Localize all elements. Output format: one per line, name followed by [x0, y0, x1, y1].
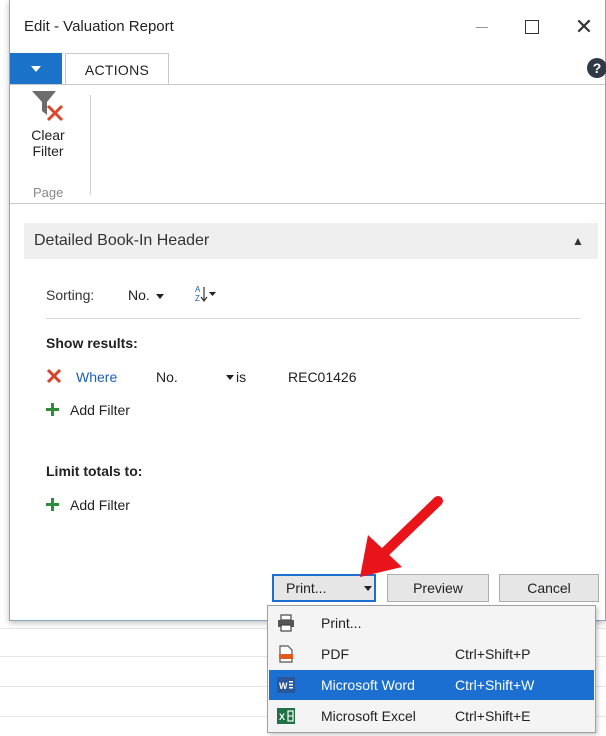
clear-filter-label-line1: Clear [31, 127, 65, 143]
app-menu-tab[interactable] [10, 53, 62, 84]
add-filter-label: Add Filter [70, 497, 130, 513]
section-title: Detailed Book-In Header [34, 232, 210, 249]
menu-item-pdf[interactable]: PDF Ctrl+Shift+P [269, 639, 594, 669]
svg-text:A: A [195, 285, 201, 294]
dropdown-arrow-icon [31, 65, 41, 72]
clear-filter-icon [32, 91, 64, 122]
sort-order-button[interactable]: A Z [194, 284, 218, 304]
menu-item-label: Microsoft Excel [321, 708, 416, 724]
menu-item-shortcut: Ctrl+Shift+P [455, 646, 531, 662]
window-title: Edit - Valuation Report [24, 18, 174, 35]
menu-item-shortcut: Ctrl+Shift+W [455, 677, 535, 693]
filter-operator[interactable]: is [236, 369, 246, 385]
chevron-down-icon [155, 293, 164, 299]
clear-filter-button[interactable]: Clear Filter [20, 89, 76, 183]
minimize-icon [476, 26, 488, 28]
word-icon: W [277, 677, 295, 693]
where-link[interactable]: Where [76, 369, 117, 385]
sorting-field-value: No. [128, 287, 150, 303]
sorting-label: Sorting: [46, 287, 95, 303]
menu-item-label: PDF [321, 646, 349, 662]
ribbon-group-label: Page [33, 185, 64, 200]
printer-icon [278, 614, 294, 632]
maximize-icon [525, 20, 539, 34]
remove-filter-icon[interactable] [46, 368, 62, 384]
menu-item-label: Microsoft Word [321, 677, 415, 693]
menu-item-shortcut: Ctrl+Shift+E [455, 708, 531, 724]
plus-icon [46, 403, 59, 416]
chevron-down-icon [364, 586, 372, 591]
maximize-button[interactable] [510, 10, 554, 44]
close-button[interactable]: ✕ [562, 10, 606, 44]
ribbon-group-divider [90, 95, 91, 195]
menu-item-label: Print... [321, 615, 362, 631]
chevron-up-icon: ▲ [572, 234, 584, 248]
sorting-field-dropdown[interactable]: No. [128, 287, 164, 303]
section-header[interactable]: Detailed Book-In Header ▲ [24, 223, 598, 259]
minimize-button[interactable] [460, 10, 504, 44]
help-icon[interactable]: ? [587, 58, 606, 78]
menu-item-microsoft-excel[interactable]: X Microsoft Excel Ctrl+Shift+E [269, 701, 594, 731]
ribbon-panel: Clear Filter Page [10, 84, 605, 204]
annotation-arrow-icon [360, 496, 443, 577]
clear-filter-label-line2: Filter [32, 143, 64, 159]
svg-text:Z: Z [195, 294, 200, 303]
title-bar: Edit - Valuation Report ✕ [10, 0, 605, 50]
menu-item-print[interactable]: Print... [269, 608, 594, 638]
chevron-down-icon[interactable] [226, 375, 234, 380]
divider [46, 318, 580, 319]
close-icon: ✕ [574, 14, 594, 39]
pdf-icon [279, 645, 293, 663]
filter-field-dropdown[interactable]: No. [156, 369, 178, 385]
svg-text:W: W [279, 681, 288, 691]
ribbon-tabs: ACTIONS ? [10, 50, 606, 85]
menu-item-microsoft-word[interactable]: W Microsoft Word Ctrl+Shift+W [269, 670, 594, 700]
show-results-label: Show results: [46, 335, 138, 351]
plus-icon [46, 498, 59, 511]
sort-ascending-icon: A Z [195, 285, 216, 303]
svg-text:X: X [279, 712, 285, 722]
limit-totals-label: Limit totals to: [46, 463, 143, 479]
tab-actions[interactable]: ACTIONS [65, 53, 169, 85]
excel-icon: X [277, 708, 295, 724]
add-filter-label: Add Filter [70, 402, 130, 418]
filter-value-field[interactable]: REC01426 [288, 369, 357, 385]
print-options-menu: Print... PDF Ctrl+Shift+P W Microsoft Wo… [267, 605, 596, 733]
valuation-report-dialog: Edit - Valuation Report ✕ ACTIONS ? Clea… [9, 0, 606, 621]
cancel-button[interactable]: Cancel [499, 574, 599, 602]
print-button-label: Print... [286, 580, 327, 596]
